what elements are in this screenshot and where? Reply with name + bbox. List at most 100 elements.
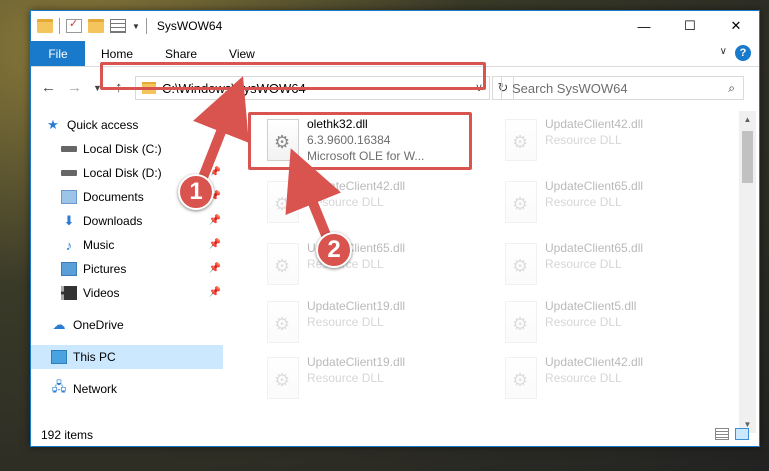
file-item[interactable]: UpdateClient65.dll Resource DLL (489, 177, 719, 233)
scroll-thumb[interactable] (742, 131, 753, 183)
close-button[interactable]: ✕ (713, 11, 759, 41)
sidebar-item-label: Music (83, 238, 115, 252)
customize-toolbar-icon[interactable] (110, 19, 126, 33)
step-1-badge: 1 (178, 174, 214, 210)
disk-icon (61, 146, 77, 152)
file-type: Resource DLL (545, 315, 622, 329)
file-name: UpdateClient5.dll (545, 299, 637, 313)
sidebar-item-label: Documents (83, 190, 144, 204)
toolbar-divider (59, 18, 60, 34)
file-item[interactable]: UpdateClient5.dll Resource DLL (489, 297, 719, 353)
sidebar-item-network[interactable]: 🖧 Network (31, 377, 223, 401)
file-name: UpdateClient65.dll (545, 179, 644, 193)
sidebar-item-onedrive[interactable]: ☁ OneDrive (31, 313, 223, 337)
sidebar-item-label: This PC (73, 350, 116, 364)
search-icon: ⌕ (728, 81, 735, 95)
sidebar-item-local-disk-c[interactable]: Local Disk (C:) (31, 137, 223, 161)
sidebar-item-label: Network (73, 382, 118, 396)
file-type: Resource DLL (545, 371, 622, 385)
downloads-icon: ⬇ (63, 213, 75, 228)
file-item[interactable]: UpdateClient65.dll Resource DLL (251, 239, 481, 295)
status-bar: 192 items (31, 423, 759, 447)
sidebar-item-label: Local Disk (C:) (83, 142, 162, 156)
file-highlight (248, 112, 472, 170)
file-name: UpdateClient42.dll (307, 179, 406, 193)
back-arrow-icon[interactable]: ← (41, 79, 56, 96)
star-icon: ★ (47, 117, 59, 132)
sidebar-item-label: Pictures (83, 262, 127, 276)
file-item[interactable]: UpdateClient42.dll Resource DLL (489, 115, 719, 171)
network-icon: 🖧 (51, 379, 67, 394)
cloud-icon: ☁ (52, 317, 66, 332)
expand-ribbon-icon[interactable]: ∨ (720, 46, 727, 57)
file-item[interactable]: UpdateClient19.dll Resource DLL (251, 353, 481, 409)
pin-icon[interactable]: 📌 (209, 215, 221, 226)
file-type: Resource DLL (307, 315, 384, 329)
file-item[interactable]: UpdateClient42.dll Resource DLL (251, 177, 481, 233)
file-item[interactable]: UpdateClient19.dll Resource DLL (251, 297, 481, 353)
sidebar-item-pictures[interactable]: Pictures 📌 (31, 257, 223, 281)
dll-file-icon (505, 119, 537, 161)
toolbar-divider (145, 18, 147, 34)
file-name: UpdateClient19.dll (307, 299, 406, 313)
pin-icon[interactable]: 📌 (209, 239, 221, 250)
sidebar-item-quick-access[interactable]: ★ Quick access (31, 113, 223, 137)
scroll-up-icon[interactable]: ▲ (739, 111, 756, 128)
file-type: Resource DLL (545, 133, 622, 147)
forward-arrow-icon[interactable]: → (67, 79, 82, 96)
computer-icon (51, 350, 67, 364)
sidebar-item-downloads[interactable]: ⬇ Downloads 📌 (31, 209, 223, 233)
sidebar-item-label: Downloads (83, 214, 143, 228)
dll-file-icon (505, 181, 537, 223)
sidebar-item-label: Local Disk (D:) (83, 166, 162, 180)
sidebar-item-this-pc[interactable]: This PC (31, 345, 223, 369)
window-controls: — ☐ ✕ (621, 11, 759, 41)
navigation-pane: ★ Quick access Local Disk (C:) Local Dis… (31, 111, 223, 421)
sidebar-item-videos[interactable]: Videos 📌 (31, 281, 223, 305)
sidebar-item-label: Quick access (67, 118, 139, 132)
sidebar-item-label: OneDrive (73, 318, 124, 332)
dll-file-icon (505, 301, 537, 343)
pictures-icon (61, 262, 77, 276)
step-2-badge: 2 (316, 232, 352, 268)
address-bar-highlight (100, 62, 486, 90)
dll-file-icon (267, 181, 299, 223)
file-name: UpdateClient42.dll (545, 355, 644, 369)
vertical-scrollbar[interactable]: ▲ ▼ (739, 111, 756, 433)
quick-access-toolbar: ▼ (31, 17, 147, 34)
search-input[interactable]: Search SysWOW64 ⌕ (501, 76, 744, 100)
search-placeholder: Search SysWOW64 (512, 80, 628, 96)
dll-file-icon (267, 357, 299, 399)
dll-file-icon (505, 243, 537, 285)
window-title: SysWOW64 (156, 19, 223, 33)
file-name: UpdateClient19.dll (307, 355, 406, 369)
file-name: UpdateClient42.dll (545, 117, 644, 131)
sidebar-item-music[interactable]: ♪ Music 📌 (31, 233, 223, 257)
sidebar-item-label: Videos (83, 286, 120, 300)
maximize-button[interactable]: ☐ (667, 11, 713, 41)
file-type: Resource DLL (545, 195, 622, 209)
dll-file-icon (267, 301, 299, 343)
file-type: Resource DLL (307, 195, 384, 209)
videos-icon (61, 286, 77, 300)
file-type: Resource DLL (307, 371, 384, 385)
item-count: 192 items (41, 428, 94, 442)
pin-icon[interactable]: 📌 (209, 287, 221, 298)
documents-icon (61, 190, 77, 204)
pin-icon[interactable]: 📌 (209, 263, 221, 274)
properties-icon[interactable] (66, 17, 82, 33)
minimize-button[interactable]: — (621, 11, 667, 41)
large-icons-view-icon[interactable] (735, 428, 749, 440)
file-item[interactable]: UpdateClient65.dll Resource DLL (489, 239, 719, 295)
pin-icon[interactable]: 📌 (209, 167, 221, 178)
title-bar: ▼ SysWOW64 — ☐ ✕ (31, 11, 759, 41)
tab-file[interactable]: File (31, 41, 85, 66)
help-button[interactable]: ? (735, 45, 751, 61)
file-item[interactable]: UpdateClient42.dll Resource DLL (489, 353, 719, 409)
dll-file-icon (267, 243, 299, 285)
disk-icon (61, 170, 77, 176)
details-view-icon[interactable] (715, 428, 729, 440)
folder-icon[interactable] (37, 19, 53, 33)
chevron-down-icon[interactable]: ▼ (132, 22, 140, 31)
new-folder-icon[interactable] (88, 19, 104, 33)
